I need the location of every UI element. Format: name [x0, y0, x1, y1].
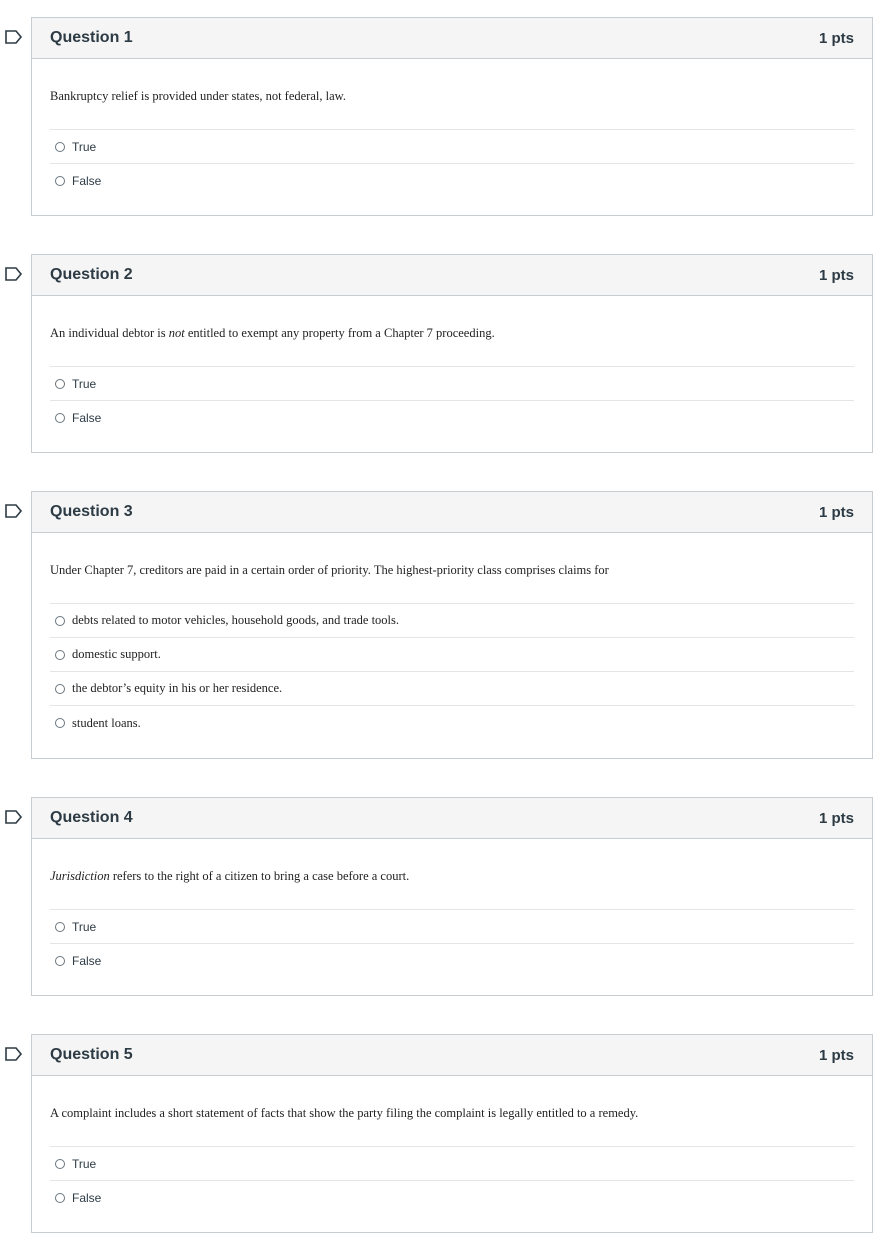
radio-button[interactable] [55, 718, 65, 728]
answer-label: False [72, 411, 102, 425]
radio-button[interactable] [55, 683, 65, 694]
answer-label: student loans. [72, 715, 141, 730]
answer-list: True False [50, 909, 854, 978]
answer-list: True False [50, 1146, 854, 1215]
question-text: Bankruptcy relief is provided under stat… [50, 89, 346, 103]
question-card: Question 5 1 pts A complaint includes a … [31, 1034, 873, 1233]
answer-option[interactable]: True [50, 1147, 854, 1181]
answer-option[interactable]: domestic support. [50, 638, 854, 672]
question-title: Question 5 [50, 1046, 133, 1063]
answer-option[interactable]: False [50, 1181, 854, 1215]
radio-button[interactable] [55, 1193, 65, 1203]
radio-button[interactable] [55, 141, 65, 152]
answer-option[interactable]: True [50, 130, 854, 164]
question-header: Question 3 1 pts [32, 492, 872, 533]
radio-button[interactable] [55, 1158, 65, 1169]
question-card: Question 4 1 pts Jurisdiction refers to … [31, 797, 873, 996]
answer-label: False [72, 954, 102, 968]
question-points: 1 pts [818, 29, 854, 47]
question-card: Question 1 1 pts Bankruptcy relief is pr… [31, 17, 873, 216]
answer-label: False [72, 174, 102, 188]
radio-button[interactable] [55, 176, 65, 186]
question-header: Question 5 1 pts [32, 1035, 872, 1076]
flag-question-icon[interactable] [5, 1047, 23, 1061]
flag-question-icon[interactable] [5, 30, 23, 44]
radio-button[interactable] [55, 649, 65, 660]
question-title: Question 2 [50, 266, 133, 283]
radio-button[interactable] [55, 956, 65, 966]
question-points: 1 pts [818, 809, 854, 827]
radio-button[interactable] [55, 921, 65, 932]
radio-button[interactable] [55, 615, 65, 626]
question-card: Question 2 1 pts An individual debtor is… [31, 254, 873, 453]
question-title: Question 1 [50, 29, 133, 46]
question-text: A complaint includes a short statement o… [50, 1106, 639, 1120]
answer-label: False [72, 1191, 102, 1205]
question-points: 1 pts [818, 503, 854, 521]
flag-question-icon[interactable] [5, 810, 23, 824]
question-title: Question 4 [50, 809, 133, 826]
answer-option[interactable]: False [50, 164, 854, 198]
answer-list: True False [50, 129, 854, 198]
question-title: Question 3 [50, 503, 133, 520]
answer-label: True [72, 139, 97, 154]
question-text: Jurisdiction refers to the right of a ci… [50, 869, 410, 883]
flag-question-icon[interactable] [5, 267, 23, 281]
question-text: An individual debtor is not entitled to … [50, 326, 495, 340]
answer-option[interactable]: student loans. [50, 706, 854, 740]
question-header: Question 1 1 pts [32, 18, 872, 59]
answer-label: True [72, 376, 97, 391]
flag-question-icon[interactable] [5, 504, 23, 518]
answer-label: True [72, 1156, 97, 1171]
question-points: 1 pts [818, 1046, 854, 1064]
question-header: Question 2 1 pts [32, 255, 872, 296]
radio-button[interactable] [55, 378, 65, 389]
answer-list: debts related to motor vehicles, househo… [50, 603, 854, 740]
answer-label: domestic support. [72, 647, 161, 661]
question-points: 1 pts [818, 266, 854, 284]
radio-button[interactable] [55, 413, 65, 423]
answer-option[interactable]: True [50, 910, 854, 944]
answer-option[interactable]: False [50, 401, 854, 435]
answer-label: the debtor’s equity in his or her reside… [72, 681, 283, 695]
answer-list: True False [50, 366, 854, 435]
answer-option[interactable]: the debtor’s equity in his or her reside… [50, 672, 854, 706]
answer-option[interactable]: True [50, 367, 854, 401]
answer-option[interactable]: debts related to motor vehicles, househo… [50, 604, 854, 638]
question-card: Question 3 1 pts Under Chapter 7, credit… [31, 491, 873, 759]
answer-option[interactable]: False [50, 944, 854, 978]
answer-label: True [72, 919, 97, 934]
answer-label: debts related to motor vehicles, househo… [72, 613, 400, 627]
question-text: Under Chapter 7, creditors are paid in a… [50, 563, 609, 577]
question-header: Question 4 1 pts [32, 798, 872, 839]
